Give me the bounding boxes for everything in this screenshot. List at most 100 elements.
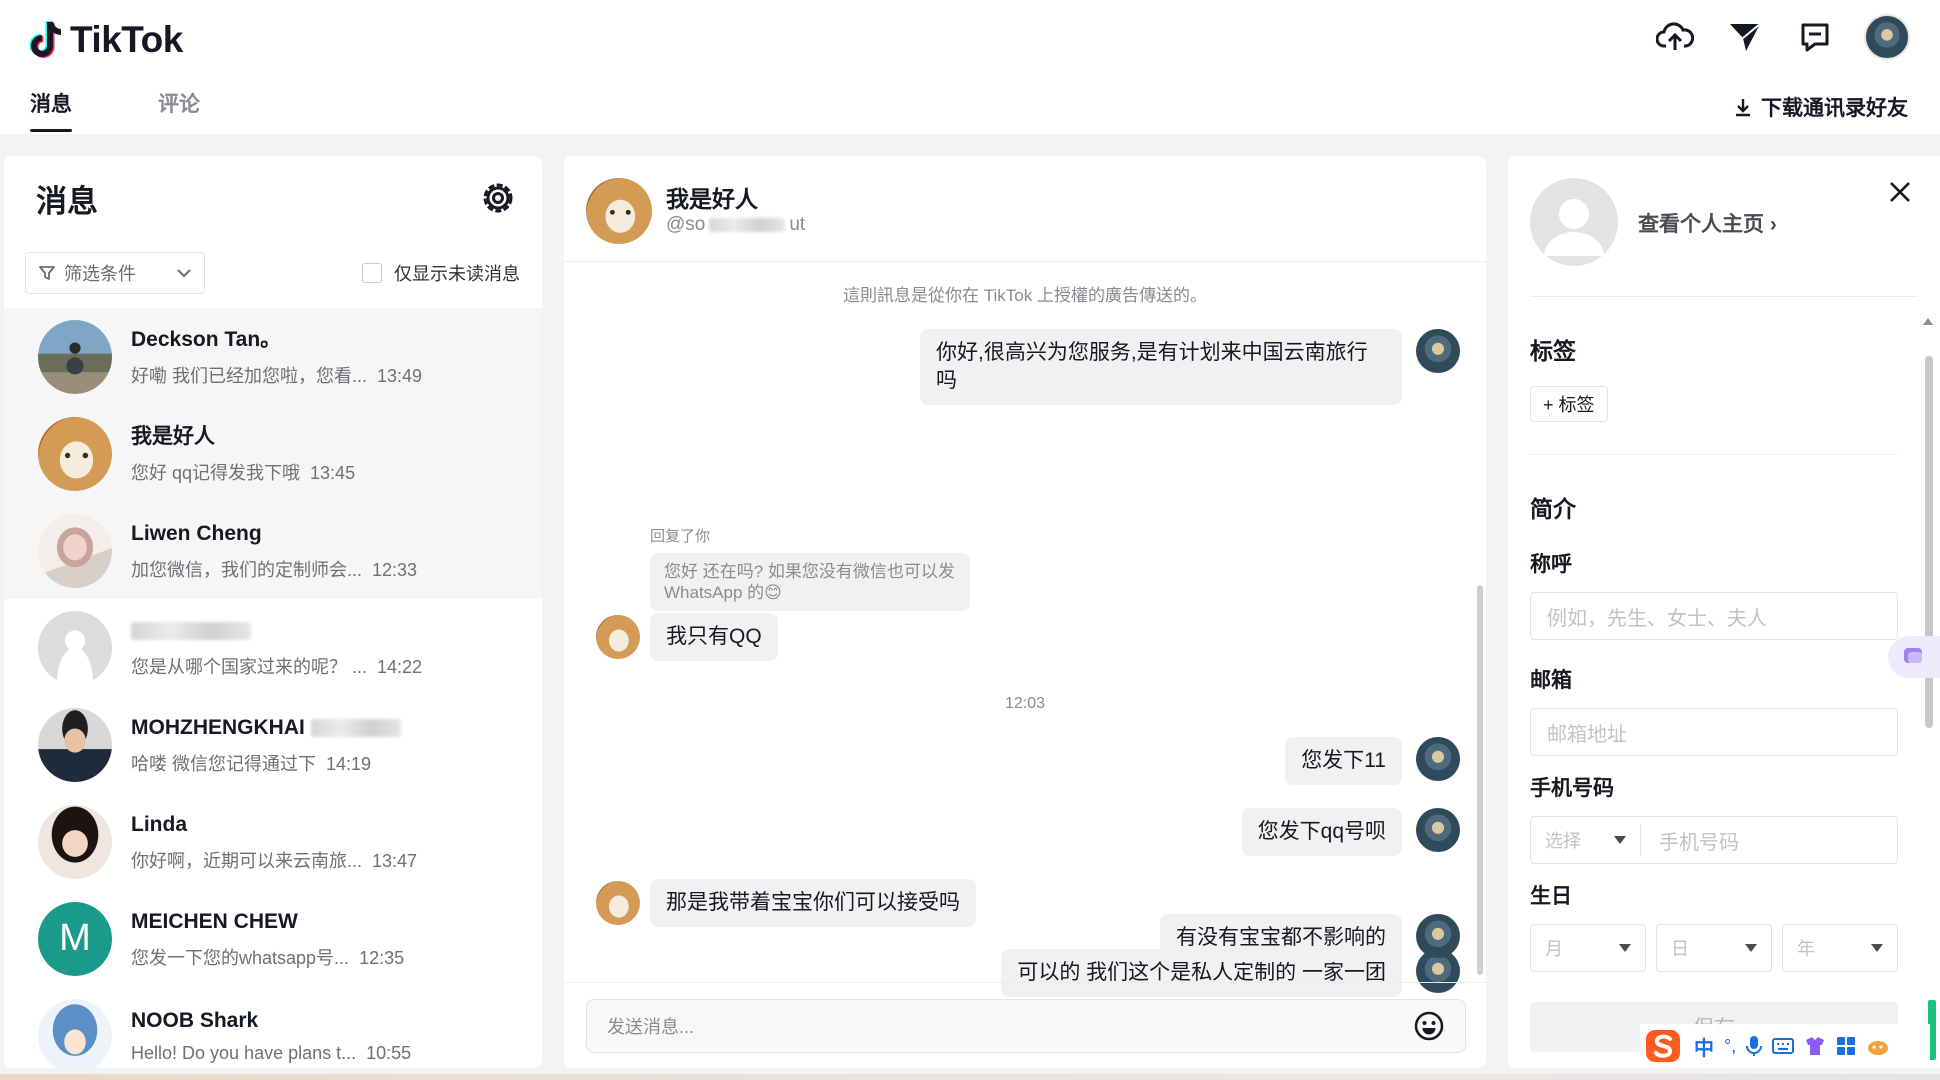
conversation-preview: 你好啊，近期可以来云南旅... 13:47 — [131, 850, 418, 871]
upload-icon[interactable] — [1654, 16, 1696, 58]
top-tabs: 消息 评论 — [30, 88, 200, 132]
tab-comments[interactable]: 评论 — [158, 88, 200, 132]
chevron-right-icon: › — [1769, 213, 1777, 236]
download-label: 下载通讯录好友 — [1761, 97, 1908, 120]
default-user-icon — [1544, 199, 1604, 256]
conversation-item[interactable]: Liwen Cheng 加您微信，我们的定制师会... 12:33 — [4, 502, 542, 599]
conversation-name: Linda — [131, 812, 187, 836]
ime-punctuation-icon[interactable]: °, — [1724, 1036, 1736, 1057]
keyboard-icon[interactable] — [1772, 1038, 1795, 1054]
unread-only-option[interactable]: 仅显示未读消息 — [362, 260, 520, 286]
conversation-item[interactable]: 您是从哪个国家过来的呢？ ... 14:22 — [4, 599, 542, 696]
conversation-preview: 加您微信，我们的定制师会... 12:33 — [131, 559, 418, 580]
unread-only-checkbox[interactable] — [362, 263, 382, 283]
message-input[interactable]: 发送消息... — [586, 999, 1466, 1053]
avatar — [38, 998, 112, 1068]
microphone-icon[interactable] — [1746, 1035, 1763, 1057]
gear-icon[interactable] — [478, 178, 518, 218]
emoji-icon[interactable] — [1413, 1010, 1445, 1042]
floating-assistant-button[interactable] — [1888, 636, 1940, 678]
conversation-name: 我是好人 — [131, 424, 215, 448]
my-avatar — [1416, 737, 1460, 781]
chat-panel: 我是好人 @so ut 這則訊息是從你在 TikTok 上授權的廣告傳送的。 你好… — [564, 156, 1486, 1068]
add-tag-button[interactable]: + 标签 — [1530, 386, 1608, 422]
caret-down-icon — [1619, 944, 1631, 952]
birthday-year-select[interactable]: 年 — [1782, 924, 1898, 972]
conversation-time: 13:45 — [310, 462, 356, 483]
avatar — [38, 804, 112, 879]
conversation-preview: 哈喽 微信您记得通过下 14:19 — [131, 753, 372, 774]
birthday-month-select[interactable]: 月 — [1530, 924, 1646, 972]
caret-down-icon — [1871, 944, 1883, 952]
conversations-panel: 消息 筛选条件 仅显示未读消息 Deckson Tan。 好嘞 我们已经加您啦，… — [4, 156, 542, 1068]
chat-messages: 這則訊息是從你在 TikTok 上授權的廣告傳送的。 你好,很高兴为您服务,是有… — [564, 263, 1486, 997]
chat-avatar[interactable] — [586, 178, 652, 244]
skin-icon[interactable] — [1804, 1036, 1826, 1056]
conversation-item[interactable]: MOHZHENGKHAI 哈喽 微信您记得通过下 14:19 — [4, 696, 542, 793]
blurred-name — [131, 621, 251, 640]
conversation-time: 13:49 — [377, 365, 423, 386]
ime-mode[interactable]: 中 — [1694, 1032, 1714, 1061]
conversation-item[interactable]: 我是好人 您好 qq记得发我下哦 13:45 — [4, 405, 542, 502]
filter-label: 筛选条件 — [64, 264, 136, 284]
salutation-input[interactable]: 例如，先生、女士、夫人 — [1530, 592, 1898, 640]
incoming-message: 我只有QQ — [650, 613, 778, 661]
scroll-up-arrow[interactable] — [1923, 318, 1933, 325]
unread-only-label: 仅显示未读消息 — [394, 264, 520, 284]
country-code-select[interactable]: 选择 — [1531, 825, 1641, 855]
profile-avatar[interactable] — [1530, 178, 1618, 266]
outgoing-message: 您发下11 — [1285, 737, 1402, 785]
conversation-time: 12:33 — [372, 559, 418, 580]
top-header: TikTok 消息 评论 下载通讯录好友 — [0, 0, 1940, 134]
phone-label: 手机号码 — [1530, 777, 1614, 800]
profile-scrollbar[interactable] — [1923, 318, 1933, 878]
toolbox-icon[interactable] — [1836, 1036, 1856, 1056]
conversation-time: 14:22 — [377, 656, 423, 677]
blurred-name-suffix — [310, 718, 401, 737]
download-contacts-link[interactable]: 下载通讯录好友 — [1733, 92, 1908, 122]
my-avatar — [1416, 329, 1460, 373]
divider — [1530, 296, 1918, 297]
conversation-name: MOHZHENGKHAI — [131, 714, 401, 742]
user-avatar[interactable] — [1864, 14, 1910, 60]
chat-header: 我是好人 @so ut — [564, 156, 1486, 262]
ime-toolbar[interactable]: 中 °, — [1640, 1024, 1930, 1068]
conversation-name: MEICHEN CHEW — [131, 909, 298, 933]
filter-dropdown[interactable]: 筛选条件 — [25, 252, 205, 294]
conversation-time: 12:35 — [359, 947, 405, 968]
chat-scrollbar[interactable] — [1477, 585, 1483, 975]
conversation-item[interactable]: Deckson Tan。 好嘞 我们已经加您啦，您看... 13:49 — [4, 308, 542, 405]
phone-field: 选择 手机号码 — [1530, 816, 1898, 864]
conversation-item[interactable]: M MEICHEN CHEW 您发一下您的whatsapp号... 12:35 — [4, 890, 542, 987]
conversation-item[interactable]: NOOB Shark Hello! Do you have plans t...… — [4, 987, 542, 1068]
phone-input[interactable]: 手机号码 — [1641, 826, 1739, 855]
email-input[interactable]: 邮箱地址 — [1530, 708, 1898, 756]
tiktok-logo[interactable]: TikTok — [28, 18, 183, 62]
logo-text: TikTok — [70, 19, 183, 60]
header-actions — [1654, 14, 1910, 60]
ime-extra-icon[interactable] — [1866, 1036, 1890, 1056]
avatar-initial: M — [59, 917, 91, 959]
outgoing-message: 你好,很高兴为您服务,是有计划来中国云南旅行吗 — [920, 329, 1402, 405]
tags-title: 标签 — [1530, 338, 1576, 364]
profile-panel: 查看个人主页 › 标签 + 标签 简介 称呼 例如，先生、女士、夫人 邮箱 邮箱… — [1508, 156, 1940, 1068]
conversation-list: Deckson Tan。 好嘞 我们已经加您啦，您看... 13:49 我是好人 … — [4, 308, 542, 1068]
avatar — [38, 416, 112, 491]
time-separator: 12:03 — [1004, 695, 1046, 712]
outgoing-message: 有没有宝宝都不影响的 — [1160, 914, 1402, 962]
close-icon[interactable] — [1886, 178, 1914, 206]
conversation-preview: 您是从哪个国家过来的呢？ ... 14:22 — [131, 656, 423, 677]
caret-down-icon — [1745, 944, 1757, 952]
avatar: M — [38, 901, 112, 976]
view-profile-link[interactable]: 查看个人主页 › — [1638, 208, 1777, 238]
tab-messages[interactable]: 消息 — [30, 88, 72, 132]
conversation-preview: Hello! Do you have plans t... 10:55 — [131, 1043, 412, 1063]
send-filter-icon[interactable] — [1724, 16, 1766, 58]
birthday-day-select[interactable]: 日 — [1656, 924, 1772, 972]
conversation-item[interactable]: Linda 你好啊，近期可以来云南旅... 13:47 — [4, 793, 542, 890]
reply-quote: 您好 还在吗? 如果您没有微信也可以发WhatsApp 的😊 — [650, 553, 970, 611]
blurred-handle — [709, 217, 786, 232]
panel-title: 消息 — [36, 184, 98, 219]
inbox-message-icon[interactable] — [1794, 16, 1836, 58]
tiktok-note-icon — [29, 21, 62, 58]
